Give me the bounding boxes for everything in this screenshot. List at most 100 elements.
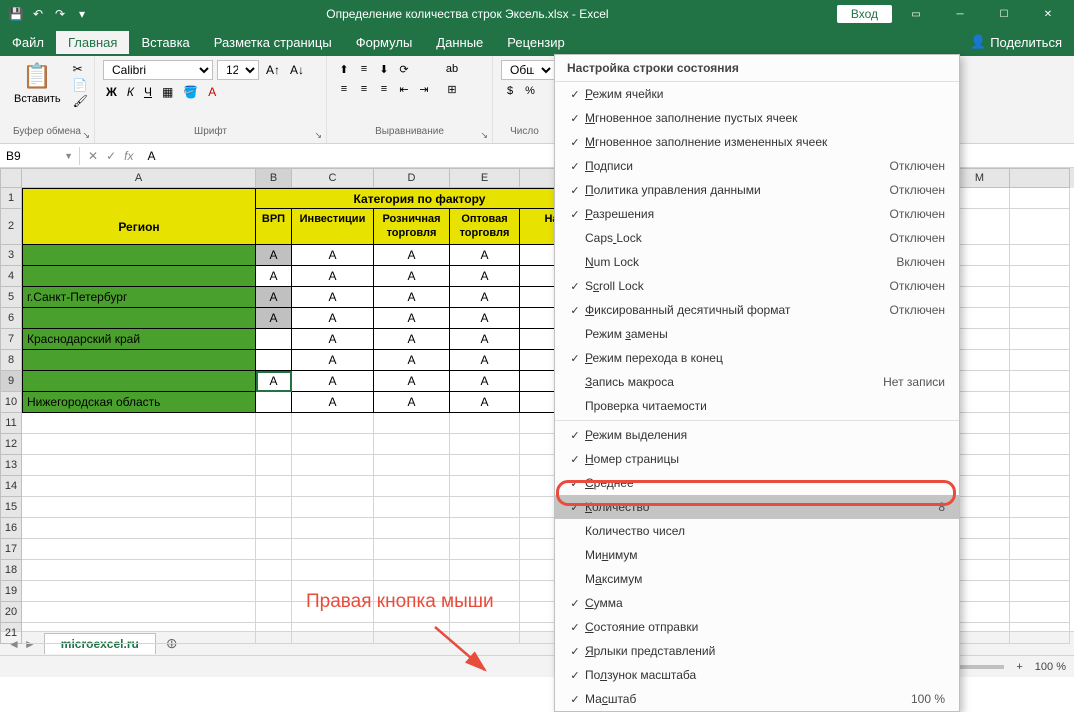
cell[interactable]: A: [450, 392, 520, 413]
cell[interactable]: [256, 329, 292, 350]
cell[interactable]: [1010, 371, 1070, 392]
cell[interactable]: A: [450, 329, 520, 350]
cell[interactable]: [292, 539, 374, 560]
row-header[interactable]: 19: [0, 581, 22, 602]
cell[interactable]: A: [292, 392, 374, 413]
column-header[interactable]: E: [450, 168, 520, 188]
cell[interactable]: [256, 560, 292, 581]
context-menu-item[interactable]: Num LockВключен: [555, 250, 959, 274]
context-menu-item[interactable]: Caps LockОтключен: [555, 226, 959, 250]
context-menu-item[interactable]: ✓Мгновенное заполнение измененных ячеек: [555, 130, 959, 154]
cell[interactable]: [22, 623, 256, 644]
context-menu-item[interactable]: ✓Масштаб100 %: [555, 687, 959, 711]
menu-home[interactable]: Главная: [56, 31, 129, 54]
cell[interactable]: [450, 518, 520, 539]
cell[interactable]: A: [292, 329, 374, 350]
cell[interactable]: A: [292, 308, 374, 329]
align-right-icon[interactable]: ≡: [375, 80, 393, 98]
cell[interactable]: [450, 413, 520, 434]
cell[interactable]: A: [256, 245, 292, 266]
percent-icon[interactable]: %: [521, 82, 539, 100]
number-format-select[interactable]: Общий: [501, 60, 555, 80]
cell[interactable]: [22, 188, 256, 209]
context-menu-item[interactable]: ✓Состояние отправки: [555, 615, 959, 639]
context-menu-item[interactable]: Запись макросаНет записи: [555, 370, 959, 394]
increase-font-icon[interactable]: A↑: [263, 62, 283, 78]
cell[interactable]: [256, 497, 292, 518]
cell[interactable]: [292, 455, 374, 476]
clipboard-dialog-icon[interactable]: ↘: [82, 130, 90, 141]
cell[interactable]: [1010, 476, 1070, 497]
cell[interactable]: A: [450, 287, 520, 308]
cell[interactable]: A: [374, 371, 450, 392]
minimize-icon[interactable]: ─: [940, 0, 980, 28]
context-menu-item[interactable]: ✓Режим ячейки: [555, 82, 959, 106]
cut-icon[interactable]: ✂: [73, 62, 88, 76]
row-header[interactable]: 20: [0, 602, 22, 623]
row-header[interactable]: 11: [0, 413, 22, 434]
merge-cells-icon[interactable]: ⊞: [443, 80, 461, 98]
context-menu-item[interactable]: ✓Сумма: [555, 591, 959, 615]
cell[interactable]: [374, 518, 450, 539]
cell[interactable]: [256, 350, 292, 371]
border-button[interactable]: ▦: [159, 84, 176, 100]
row-header[interactable]: 10: [0, 392, 22, 413]
select-all-corner[interactable]: [0, 168, 22, 188]
cell[interactable]: Розничнаяторговля: [374, 209, 450, 245]
cell[interactable]: A: [450, 371, 520, 392]
column-header[interactable]: [1010, 168, 1070, 188]
cell[interactable]: A: [374, 287, 450, 308]
cell[interactable]: [292, 476, 374, 497]
cell[interactable]: [22, 350, 256, 371]
row-header[interactable]: 12: [0, 434, 22, 455]
cell[interactable]: A: [374, 245, 450, 266]
cell[interactable]: [450, 476, 520, 497]
cell[interactable]: [1010, 245, 1070, 266]
align-bottom-icon[interactable]: ⬇: [375, 60, 393, 78]
cell[interactable]: [374, 539, 450, 560]
wrap-text-icon[interactable]: ab: [443, 60, 461, 78]
column-header[interactable]: D: [374, 168, 450, 188]
cell[interactable]: [374, 455, 450, 476]
cell[interactable]: [292, 413, 374, 434]
context-menu-item[interactable]: ✓Мгновенное заполнение пустых ячеек: [555, 106, 959, 130]
redo-icon[interactable]: ↷: [52, 6, 68, 22]
qat-dropdown-icon[interactable]: ▾: [74, 6, 90, 22]
cell[interactable]: [1010, 434, 1070, 455]
cell[interactable]: Категория по фактору: [256, 188, 584, 209]
fill-color-button[interactable]: 🪣: [180, 84, 201, 100]
cell[interactable]: [22, 266, 256, 287]
cell[interactable]: A: [374, 392, 450, 413]
row-header[interactable]: 5: [0, 287, 22, 308]
align-top-icon[interactable]: ⬆: [335, 60, 353, 78]
cell[interactable]: [256, 518, 292, 539]
font-color-button[interactable]: A: [205, 84, 219, 100]
cell[interactable]: [1010, 518, 1070, 539]
align-left-icon[interactable]: ≡: [335, 80, 353, 98]
cell[interactable]: A: [292, 287, 374, 308]
paste-button[interactable]: 📋 Вставить: [8, 60, 67, 126]
row-header[interactable]: 13: [0, 455, 22, 476]
context-menu-item[interactable]: ✓Среднее: [555, 471, 959, 495]
maximize-icon[interactable]: ☐: [984, 0, 1024, 28]
context-menu-item[interactable]: ✓РазрешенияОтключен: [555, 202, 959, 226]
cell[interactable]: ВРП: [256, 209, 292, 245]
cell[interactable]: [450, 539, 520, 560]
cell[interactable]: Нижегородская область: [22, 392, 256, 413]
cell[interactable]: A: [374, 266, 450, 287]
cell[interactable]: [374, 434, 450, 455]
close-icon[interactable]: ✕: [1028, 0, 1068, 28]
cell[interactable]: [256, 602, 292, 623]
context-menu-item[interactable]: ✓Фиксированный десятичный форматОтключен: [555, 298, 959, 322]
cell[interactable]: [1010, 623, 1070, 644]
cell[interactable]: A: [292, 245, 374, 266]
currency-icon[interactable]: $: [501, 82, 519, 100]
cell[interactable]: [1010, 560, 1070, 581]
context-menu-item[interactable]: Максимум: [555, 567, 959, 591]
row-header[interactable]: 7: [0, 329, 22, 350]
context-menu-item[interactable]: Количество чисел: [555, 519, 959, 543]
cell[interactable]: A: [450, 266, 520, 287]
context-menu-item[interactable]: Минимум: [555, 543, 959, 567]
cell[interactable]: [292, 623, 374, 644]
decrease-font-icon[interactable]: A↓: [287, 62, 307, 78]
